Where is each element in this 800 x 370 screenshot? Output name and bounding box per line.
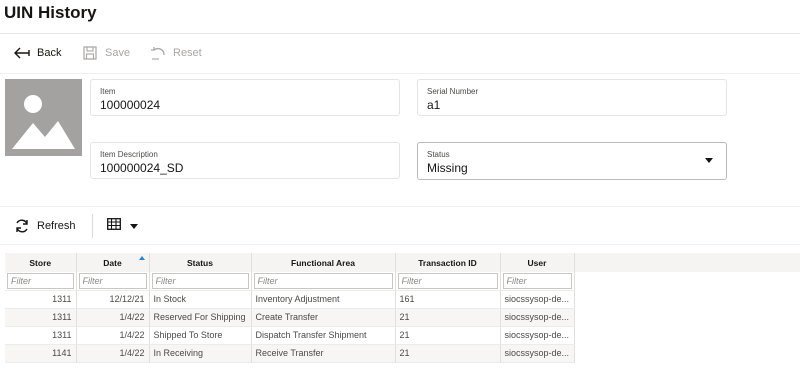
save-icon xyxy=(81,44,99,62)
refresh-label: Refresh xyxy=(37,220,76,232)
table-grid-icon xyxy=(107,217,121,235)
filter-input-transaction-id[interactable] xyxy=(397,272,498,289)
cell-status: Shipped To Store xyxy=(149,326,252,345)
status-value: Missing xyxy=(427,161,468,175)
refresh-icon xyxy=(13,217,31,235)
view-options-button[interactable] xyxy=(107,217,138,235)
cell-user: siocssysop-de... xyxy=(500,326,575,345)
status-label: Status xyxy=(427,150,450,159)
refresh-button[interactable]: Refresh xyxy=(13,216,76,236)
cell-transaction-id: 21 xyxy=(395,308,501,327)
item-field-label: Item xyxy=(100,87,116,96)
cell-status: In Receiving xyxy=(149,344,252,363)
filter-input-store[interactable] xyxy=(7,272,74,289)
table-divider xyxy=(0,244,800,245)
undo-icon xyxy=(149,44,167,62)
cell-user: siocssysop-de... xyxy=(500,344,575,363)
cell-functional-area: Receive Transfer xyxy=(251,344,396,363)
cell-store: 1311 xyxy=(5,326,77,345)
cell-functional-area: Inventory Adjustment xyxy=(251,290,396,309)
cell-functional-area: Dispatch Transfer Shipment xyxy=(251,326,396,345)
cell-user: siocssysop-de... xyxy=(500,290,575,309)
cell-transaction-id: 21 xyxy=(395,326,501,345)
image-placeholder-icon xyxy=(12,95,75,149)
back-arrow-icon xyxy=(13,44,31,62)
item-field-value: 100000024 xyxy=(100,98,161,112)
table-header-row: Store Date Status Functional Area Transa… xyxy=(5,253,575,272)
filter-input-functional-area[interactable] xyxy=(253,272,393,289)
column-header-date-label: Date xyxy=(103,257,122,268)
filter-input-user[interactable] xyxy=(502,272,572,289)
item-description-field: Item Description 100000024_SD xyxy=(90,142,400,179)
item-field: Item 100000024 xyxy=(90,79,400,116)
save-button[interactable]: Save xyxy=(81,44,130,62)
cell-date: 1/4/22 xyxy=(76,326,150,345)
filter-input-date[interactable] xyxy=(78,272,147,289)
details-divider xyxy=(0,206,800,207)
cell-store: 1311 xyxy=(5,290,77,309)
table-row[interactable]: 1311 1/4/22 Reserved For Shipping Create… xyxy=(5,308,575,327)
item-image-placeholder xyxy=(5,79,82,156)
cell-date: 1/4/22 xyxy=(76,308,150,327)
item-description-value: 100000024_SD xyxy=(100,161,184,175)
reset-label: Reset xyxy=(173,47,202,59)
column-header-date[interactable]: Date xyxy=(76,253,150,272)
table-row[interactable]: 1311 1/4/22 Shipped To Store Dispatch Tr… xyxy=(5,326,575,345)
toolbar-separator xyxy=(92,214,93,238)
cell-transaction-id: 21 xyxy=(395,344,501,363)
table-row[interactable]: 1311 12/12/21 In Stock Inventory Adjustm… xyxy=(5,290,575,309)
table-row[interactable]: 1141 1/4/22 In Receiving Receive Transfe… xyxy=(5,344,575,363)
uin-history-table: Store Date Status Functional Area Transa… xyxy=(5,253,575,363)
cell-date: 12/12/21 xyxy=(76,290,150,309)
back-button[interactable]: Back xyxy=(13,44,61,62)
filter-input-status[interactable] xyxy=(151,272,249,289)
filter-row xyxy=(5,272,575,291)
chevron-down-icon xyxy=(130,223,138,229)
cell-status: In Stock xyxy=(149,290,252,309)
table-header-filler xyxy=(574,253,800,272)
cell-store: 1141 xyxy=(5,344,77,363)
save-label: Save xyxy=(105,47,131,59)
cell-transaction-id: 161 xyxy=(395,290,501,309)
column-header-store[interactable]: Store xyxy=(5,253,77,272)
serial-number-value: a1 xyxy=(427,98,441,112)
cell-status: Reserved For Shipping xyxy=(149,308,252,327)
sort-ascending-icon xyxy=(138,256,145,260)
header-divider xyxy=(0,33,800,34)
reset-button[interactable]: Reset xyxy=(149,44,202,62)
cell-date: 1/4/22 xyxy=(76,344,150,363)
column-header-user[interactable]: User xyxy=(500,253,575,272)
page-title: UIN History xyxy=(4,3,97,22)
toolbar-divider xyxy=(0,73,800,74)
status-select[interactable]: Status Missing xyxy=(417,142,727,180)
cell-user: siocssysop-de... xyxy=(500,308,575,327)
back-label: Back xyxy=(37,47,62,59)
cell-functional-area: Create Transfer xyxy=(251,308,396,327)
column-header-transaction-id[interactable]: Transaction ID xyxy=(395,253,501,272)
cell-store: 1311 xyxy=(5,308,77,327)
serial-number-field: Serial Number a1 xyxy=(417,79,727,116)
column-header-status[interactable]: Status xyxy=(149,253,252,272)
item-description-label: Item Description xyxy=(100,150,158,159)
serial-number-label: Serial Number xyxy=(427,87,479,96)
column-header-functional-area[interactable]: Functional Area xyxy=(251,253,396,272)
chevron-down-icon xyxy=(705,158,713,163)
